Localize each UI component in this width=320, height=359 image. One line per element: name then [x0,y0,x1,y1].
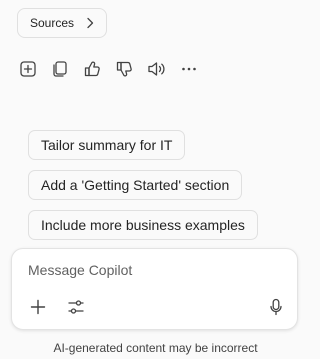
suggestion-chip-label: Tailor summary for IT [41,137,173,153]
suggestion-chip[interactable]: Include more business examples [28,210,258,240]
suggestion-chip[interactable]: Tailor summary for IT [28,130,186,160]
thumbs-up-icon[interactable] [82,59,102,79]
chevron-right-icon [86,17,94,32]
speaker-icon[interactable] [147,59,167,79]
suggestion-chip-label: Add a 'Getting Started' section [41,177,230,193]
suggestion-chip[interactable]: Add a 'Getting Started' section [28,170,243,200]
sources-button[interactable]: Sources [17,8,107,38]
microphone-icon[interactable] [266,297,286,317]
more-horizontal-icon[interactable] [179,59,199,79]
plus-icon[interactable] [28,297,48,317]
ai-disclaimer: AI-generated content may be incorrect [53,341,258,355]
sources-label: Sources [30,16,75,30]
options-sliders-icon[interactable] [66,297,86,317]
thumbs-down-icon[interactable] [114,59,134,79]
copy-icon[interactable] [50,59,70,79]
message-input[interactable]: Message Copilot [28,262,132,278]
suggestion-chip-label: Include more business examples [41,217,245,233]
copilot-chat-panel: Sources Tailor summary for IT Add a 'Get… [0,0,311,359]
add-square-icon[interactable] [18,59,38,79]
message-composer[interactable]: Message Copilot [11,248,298,330]
